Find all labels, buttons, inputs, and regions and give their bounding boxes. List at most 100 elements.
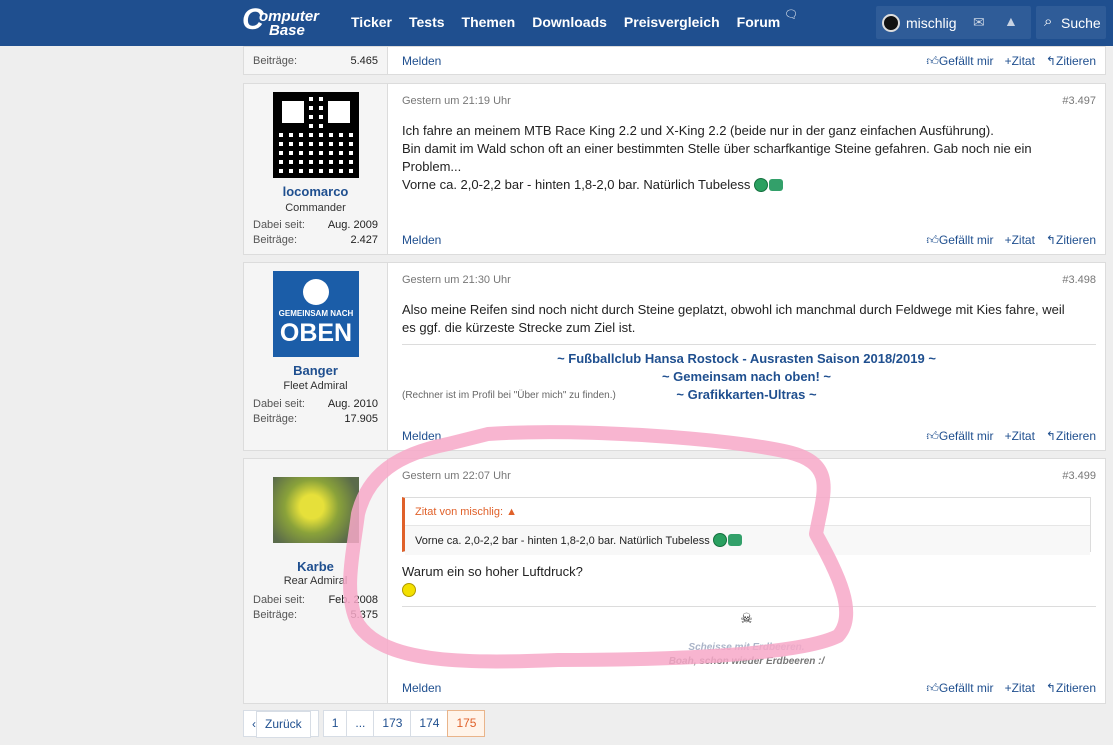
signature-line-2: Boah, schon wieder Erdbeeren :/	[668, 656, 825, 667]
logo-word-2: Base	[269, 22, 305, 39]
computerbase-logo[interactable]: C omputer Base	[242, 3, 334, 41]
expand-quote-icon: ▲	[506, 506, 517, 518]
user-stat-posts: Beiträge: 5.375	[253, 609, 378, 621]
chat-bubbles-icon: 🗨	[784, 9, 799, 21]
signature-line-1[interactable]: ~ Fußballclub Hansa Rostock - Ausrasten …	[388, 351, 1105, 366]
page-ellipsis[interactable]: ...	[346, 710, 375, 737]
post-date[interactable]: Gestern um 22:07 Uhr	[402, 470, 511, 482]
reply-quote-button[interactable]: ↰Zitieren	[1046, 681, 1096, 696]
user-stat-joined: Dabei seit: Aug. 2010	[253, 398, 378, 410]
post-author[interactable]: Banger	[244, 363, 387, 378]
previous-page-button[interactable]: ‹ Zurück	[243, 710, 319, 738]
post-actions: 👍︎Gefällt mir +Zitat ↰Zitieren	[926, 429, 1096, 444]
post-main: Gestern um 21:19 Uhr #3.497 Ich fahre an…	[387, 84, 1105, 254]
search-icon: ⌕	[1044, 13, 1053, 30]
user-rank: Rear Admiral	[283, 575, 348, 587]
user-stat-joined: Dabei seit: Aug. 2009	[253, 219, 378, 231]
post-previous: Beiträge: 5.465 Melden 👍︎Gefällt mir +Zi…	[243, 46, 1106, 75]
quote-header[interactable]: Zitat von mischlig: ▲	[415, 506, 517, 518]
top-navigation-bar: C omputer Base Ticker Tests Themen Downl…	[0, 0, 1113, 46]
club-crest-icon	[303, 279, 329, 305]
thumbs-up-icon: 👍︎	[926, 233, 939, 247]
reply-icon: ↰	[1045, 681, 1056, 695]
signature-note: (Rechner ist im Profil bei "Über mich" z…	[402, 390, 616, 401]
user-rank: Commander	[285, 202, 346, 214]
grin-emoji-icon	[753, 178, 768, 192]
thumbs-up-icon: 👍︎	[926, 429, 939, 443]
user-menu[interactable]: mischlig ✉ ▲	[876, 6, 1031, 39]
signature-divider	[402, 344, 1096, 345]
post-main: Gestern um 22:07 Uhr #3.499 Zitat von mi…	[387, 459, 1105, 703]
user-stat-joined: Dabei seit: Feb. 2008	[253, 594, 378, 606]
quote-text: Vorne ca. 2,0-2,2 bar - hinten 1,8-2,0 b…	[415, 533, 742, 547]
post-3497: locomarco Commander Dabei seit: Aug. 2009…	[243, 83, 1106, 255]
envelope-icon[interactable]: ✉	[973, 14, 985, 31]
post-author[interactable]: Karbe	[244, 559, 387, 574]
like-button[interactable]: 👍︎Gefällt mir	[926, 233, 993, 248]
thumbs-up-emoji-icon	[768, 179, 783, 191]
pagination: ‹ Zurück 1 ... 173 174 175	[243, 710, 486, 738]
report-link[interactable]: Melden	[402, 429, 441, 443]
signature-line-2[interactable]: ~ Gemeinsam nach oben! ~	[388, 369, 1105, 384]
post-date[interactable]: Gestern um 21:30 Uhr	[402, 274, 511, 286]
report-link[interactable]: Melden	[402, 54, 441, 68]
quote-button[interactable]: +Zitat	[1005, 681, 1035, 696]
smile-emoji-icon	[402, 583, 416, 597]
qr-code-avatar	[273, 92, 359, 178]
username: mischlig	[906, 15, 957, 31]
bell-icon[interactable]: ▲	[1004, 13, 1018, 29]
signature-line-1: Scheisse mit Erdbeeren.	[688, 642, 805, 653]
report-link[interactable]: Melden	[402, 681, 441, 695]
signature-divider	[402, 606, 1096, 607]
post-number[interactable]: #3.499	[1062, 470, 1096, 482]
nav-forum[interactable]: Forum	[737, 14, 781, 30]
thumbs-up-emoji-icon	[727, 534, 742, 546]
post-number[interactable]: #3.498	[1062, 274, 1096, 286]
nav-preisvergleich[interactable]: Preisvergleich	[624, 14, 720, 30]
nav-ticker[interactable]: Ticker	[351, 14, 392, 30]
post-actions: 👍︎Gefällt mir +Zitat ↰Zitieren	[926, 233, 1096, 248]
reply-quote-button[interactable]: ↰Zitieren	[1046, 429, 1096, 444]
page-174[interactable]: 174	[410, 710, 449, 737]
post-body: Warum ein so hoher Luftdruck?	[402, 563, 1091, 599]
page-1[interactable]: 1	[322, 710, 348, 737]
thumbs-up-icon: 👍︎	[926, 681, 939, 695]
like-button[interactable]: 👍︎Gefällt mir	[926, 429, 993, 444]
post-author[interactable]: locomarco	[244, 184, 387, 199]
post-3499: Karbe Rear Admiral Dabei seit: Feb. 2008 …	[243, 458, 1106, 704]
smiley-avatar	[273, 477, 359, 543]
user-stat-posts: Beiträge: 17.905	[253, 413, 378, 425]
quote-block: Zitat von mischlig: ▲ Vorne ca. 2,0-2,2 …	[402, 497, 1091, 555]
post-number[interactable]: #3.497	[1062, 95, 1096, 107]
nav-tests[interactable]: Tests	[409, 14, 445, 30]
search-button[interactable]: ⌕ Suche	[1036, 6, 1106, 39]
page-current[interactable]: 175	[447, 710, 486, 737]
like-button[interactable]: 👍︎Gefällt mir	[926, 54, 993, 69]
post-actions: 👍︎Gefällt mir +Zitat ↰Zitieren	[926, 681, 1096, 696]
post-actions: 👍︎Gefällt mir +Zitat ↰Zitieren	[926, 54, 1096, 69]
user-rank: Fleet Admiral	[283, 380, 348, 392]
nav-downloads[interactable]: Downloads	[532, 14, 607, 30]
report-link[interactable]: Melden	[402, 233, 441, 247]
reply-icon: ↰	[1045, 233, 1056, 247]
quote-button[interactable]: +Zitat	[1005, 233, 1035, 248]
search-label: Suche	[1061, 15, 1101, 31]
like-button[interactable]: 👍︎Gefällt mir	[926, 681, 993, 696]
user-stat-posts: Beiträge: 2.427	[253, 234, 378, 246]
reply-quote-button[interactable]: ↰Zitieren	[1046, 233, 1096, 248]
post-date[interactable]: Gestern um 21:19 Uhr	[402, 95, 511, 107]
grin-emoji-icon	[712, 533, 727, 547]
avatar	[882, 14, 900, 32]
quote-button[interactable]: +Zitat	[1005, 429, 1035, 444]
nav-themen[interactable]: Themen	[462, 14, 516, 30]
thumbs-up-icon: 👍︎	[926, 54, 939, 68]
post-main: Gestern um 21:30 Uhr #3.498 Also meine R…	[387, 263, 1105, 450]
reply-quote-button[interactable]: ↰Zitieren	[1046, 54, 1096, 69]
user-stat-posts: Beiträge: 5.465	[253, 55, 378, 67]
quote-button[interactable]: +Zitat	[1005, 54, 1035, 69]
post-3498: GEMEINSAM NACH OBEN Banger Fleet Admiral…	[243, 262, 1106, 451]
post-body: Also meine Reifen sind noch nicht durch …	[402, 302, 1065, 335]
page-173[interactable]: 173	[373, 710, 412, 737]
post-body: Ich fahre an meinem MTB Race King 2.2 un…	[402, 123, 1032, 192]
reply-icon: ↰	[1045, 54, 1056, 68]
